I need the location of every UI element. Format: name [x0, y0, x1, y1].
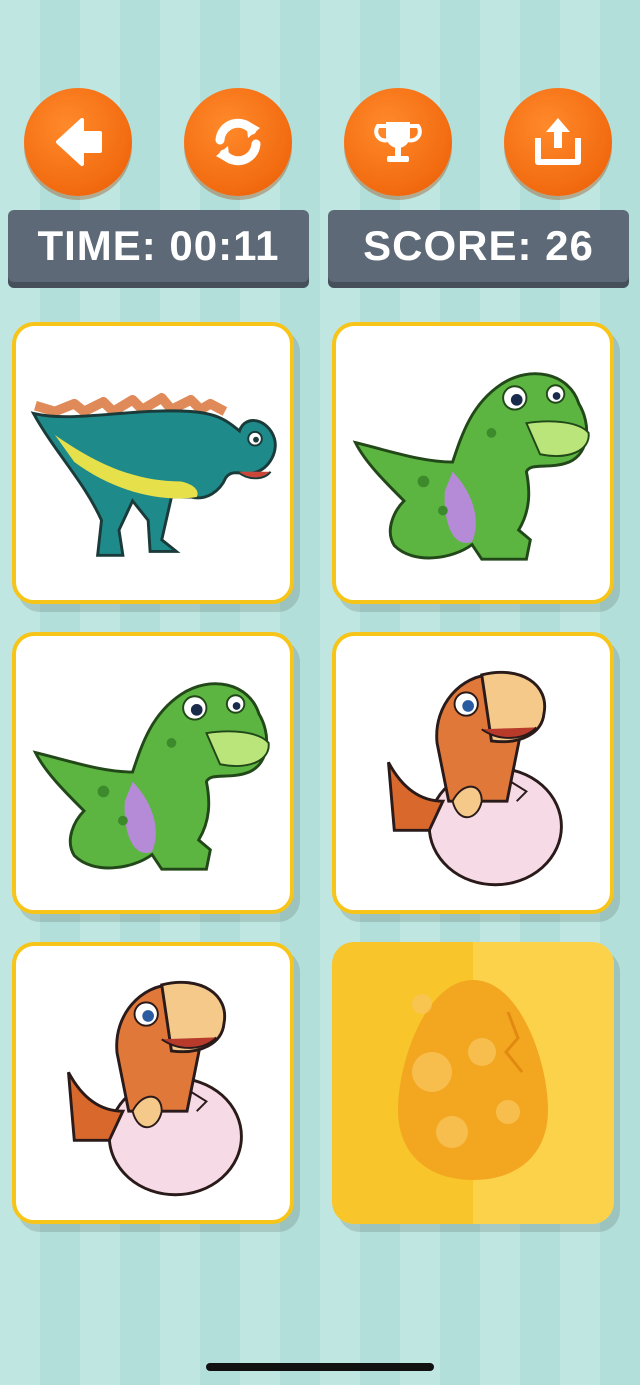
green-t-rex-picture — [32, 682, 270, 871]
score-display: SCORE: 26 — [328, 210, 629, 282]
arrow-left-icon — [56, 118, 102, 166]
home-indicator[interactable] — [206, 1363, 434, 1371]
share-button[interactable] — [504, 88, 612, 196]
restart-button[interactable] — [184, 88, 292, 196]
green-t-rex-picture — [352, 372, 590, 561]
memory-card[interactable] — [12, 942, 294, 1224]
top-toolbar — [0, 88, 640, 198]
baby-dino-in-egg-picture — [387, 670, 563, 887]
memory-card-back[interactable] — [332, 942, 614, 1224]
share-icon — [535, 118, 581, 165]
egg-icon — [398, 980, 548, 1180]
memory-card[interactable] — [12, 322, 294, 604]
memory-card[interactable] — [12, 632, 294, 914]
trophy-icon — [374, 122, 422, 162]
time-display: TIME: 00:11 — [8, 210, 309, 282]
back-button[interactable] — [24, 88, 132, 196]
memory-card[interactable] — [332, 632, 614, 914]
teal-dinosaur-picture — [30, 393, 277, 557]
trophy-button[interactable] — [344, 88, 452, 196]
refresh-icon — [215, 118, 261, 166]
baby-dino-in-egg-picture — [67, 980, 243, 1197]
memory-card[interactable] — [332, 322, 614, 604]
